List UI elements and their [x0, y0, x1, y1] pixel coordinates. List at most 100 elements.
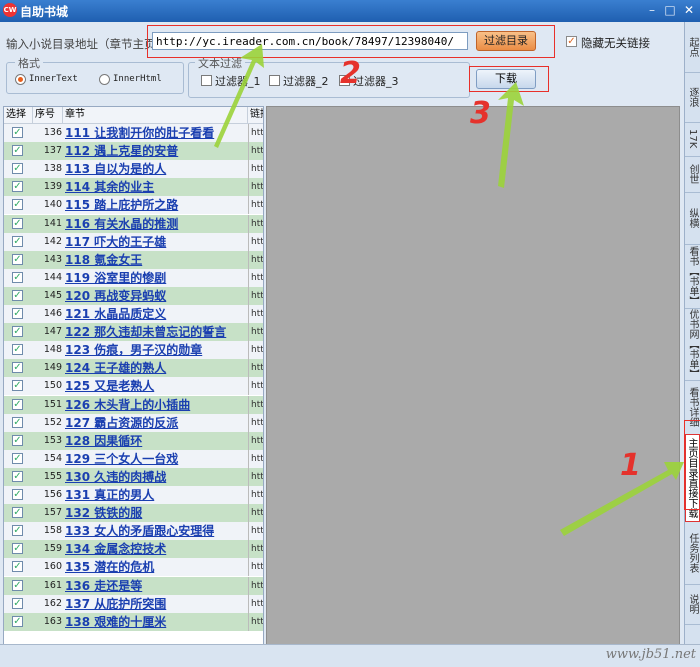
row-url[interactable]: http	[248, 540, 263, 559]
table-row[interactable]: ✓ 155130 久违的肉搏战http	[4, 467, 263, 486]
table-row[interactable]: ✓ 143118 氪金女王http	[4, 250, 263, 269]
row-url[interactable]: http	[248, 431, 263, 450]
chapter-link[interactable]: 120 再战变异蚂蚁	[65, 287, 246, 305]
row-url[interactable]: http	[248, 196, 263, 215]
side-tab-9[interactable]: 任务列表	[685, 522, 700, 585]
table-row[interactable]: ✓ 138113 自以为是的人http	[4, 160, 263, 179]
row-url[interactable]: http	[248, 395, 263, 414]
side-tab-1[interactable]: 逐浪	[685, 72, 700, 123]
table-row[interactable]: ✓ 157132 铁铁的服http	[4, 504, 263, 523]
table-row[interactable]: ✓ 140115 踏上庇护所之路http	[4, 196, 263, 215]
table-row[interactable]: ✓ 150125 又是老熟人http	[4, 377, 263, 396]
row-url[interactable]: http	[248, 286, 263, 305]
chapter-link[interactable]: 112 遇上克星的安普	[65, 142, 246, 160]
row-checkbox[interactable]: ✓	[12, 235, 23, 247]
row-checkbox[interactable]: ✓	[12, 452, 23, 464]
chapter-link[interactable]: 123 伤痕，男子汉的勋章	[65, 341, 246, 359]
chapter-link[interactable]: 130 久违的肉搏战	[65, 468, 246, 486]
side-tab-7[interactable]: 看书详细	[685, 380, 700, 435]
row-url[interactable]: http	[248, 486, 263, 504]
chapter-link[interactable]: 132 铁铁的服	[65, 504, 246, 522]
filter-1-checkbox[interactable]	[201, 75, 212, 86]
row-checkbox[interactable]: ✓	[12, 525, 23, 537]
table-row[interactable]: ✓ 145120 再战变异蚂蚁http	[4, 286, 263, 305]
side-tab-2[interactable]: 17K	[685, 122, 700, 157]
innerhtml-radio[interactable]	[99, 74, 110, 85]
table-row[interactable]: ✓ 156131 真正的男人http	[4, 486, 263, 504]
chapter-link[interactable]: 111 让我割开你的肚子看看	[65, 124, 246, 142]
table-row[interactable]: ✓ 147122 那久违却未曾忘记的誓言http	[4, 323, 263, 342]
table-row[interactable]: ✓ 146121 水晶品质定义http	[4, 305, 263, 323]
innertext-radio[interactable]	[15, 74, 26, 85]
row-url[interactable]: http	[248, 305, 263, 323]
row-url[interactable]: http	[248, 612, 263, 631]
header-index[interactable]: 序号	[33, 107, 63, 123]
row-url[interactable]: http	[248, 250, 263, 269]
side-tab-10[interactable]: 说明	[685, 584, 700, 625]
header-select[interactable]: 选择	[4, 107, 33, 123]
chapter-link[interactable]: 113 自以为是的人	[65, 160, 246, 178]
row-checkbox[interactable]: ✓	[12, 163, 23, 175]
row-checkbox[interactable]: ✓	[12, 127, 23, 138]
row-url[interactable]: http	[248, 214, 263, 233]
chapter-link[interactable]: 124 王子雄的熟人	[65, 359, 246, 377]
chapter-link[interactable]: 127 霸占资源的反派	[65, 414, 246, 432]
chapter-link[interactable]: 117 吓大的王子雄	[65, 233, 246, 251]
table-row[interactable]: ✓ 141116 有关水晶的推测http	[4, 214, 263, 233]
row-url[interactable]: http	[248, 467, 263, 486]
row-url[interactable]: http	[248, 160, 263, 179]
chapter-link[interactable]: 138 艰难的十厘米	[65, 613, 246, 631]
chapter-link[interactable]: 128 因果循环	[65, 432, 246, 450]
side-tab-5[interactable]: 看书【书单】	[685, 244, 700, 309]
row-url[interactable]: http	[248, 377, 263, 396]
minimize-button[interactable]: –	[644, 2, 660, 18]
close-button[interactable]: ✕	[681, 2, 697, 18]
table-row[interactable]: ✓ 144119 浴室里的惨剧http	[4, 268, 263, 287]
header-chapter[interactable]: 章节	[63, 107, 248, 123]
table-row[interactable]: ✓ 153128 因果循环http	[4, 431, 263, 450]
side-tab-6[interactable]: 优书网【书单】	[685, 308, 700, 381]
row-checkbox[interactable]: ✓	[12, 543, 23, 555]
chapter-link[interactable]: 119 浴室里的惨剧	[65, 269, 246, 287]
row-checkbox[interactable]: ✓	[12, 344, 23, 356]
table-row[interactable]: ✓ 137112 遇上克星的安普http	[4, 142, 263, 161]
table-row[interactable]: ✓ 161136 走还是等http	[4, 576, 263, 595]
row-url[interactable]: http	[248, 341, 263, 360]
row-url[interactable]: http	[248, 268, 263, 287]
chapter-link[interactable]: 126 木头背上的小插曲	[65, 396, 246, 414]
row-checkbox[interactable]: ✓	[12, 326, 23, 338]
side-tab-0[interactable]: 起点	[685, 22, 700, 73]
chapter-link[interactable]: 122 那久违却未曾忘记的誓言	[65, 323, 246, 341]
row-url[interactable]: http	[248, 124, 263, 142]
row-checkbox[interactable]: ✓	[12, 253, 23, 265]
table-row[interactable]: ✓ 136111 让我割开你的肚子看看http	[4, 124, 263, 142]
chapter-link[interactable]: 121 水晶品质定义	[65, 305, 246, 323]
row-checkbox[interactable]: ✓	[12, 597, 23, 609]
row-url[interactable]: http	[248, 522, 263, 541]
row-checkbox[interactable]: ✓	[12, 308, 23, 319]
row-checkbox[interactable]: ✓	[12, 380, 23, 392]
row-checkbox[interactable]: ✓	[12, 217, 23, 229]
row-url[interactable]: http	[248, 323, 263, 342]
row-url[interactable]: http	[248, 413, 263, 432]
download-button[interactable]: 下载	[476, 69, 536, 89]
row-url[interactable]: http	[248, 178, 263, 197]
filter-directory-button[interactable]: 过滤目录	[476, 31, 536, 51]
table-row[interactable]: ✓ 148123 伤痕，男子汉的勋章http	[4, 341, 263, 360]
table-row[interactable]: ✓ 163138 艰难的十厘米http	[4, 612, 263, 631]
row-checkbox[interactable]: ✓	[12, 507, 23, 519]
row-url[interactable]: http	[248, 449, 263, 468]
table-row[interactable]: ✓ 151126 木头背上的小插曲http	[4, 395, 263, 414]
hide-links-checkbox[interactable]: ✓	[566, 36, 577, 47]
row-url[interactable]: http	[248, 142, 263, 161]
table-row[interactable]: ✓ 159134 金属念控技术http	[4, 540, 263, 559]
chapter-list[interactable]: 选择 序号 章节 链接 ✓136111 让我割开你的肚子看看http✓13711…	[3, 106, 264, 662]
row-checkbox[interactable]: ✓	[12, 470, 23, 482]
row-checkbox[interactable]: ✓	[12, 181, 23, 193]
chapter-link[interactable]: 125 又是老熟人	[65, 377, 246, 395]
chapter-link[interactable]: 131 真正的男人	[65, 486, 246, 504]
table-row[interactable]: ✓ 142117 吓大的王子雄http	[4, 232, 263, 251]
row-url[interactable]: http	[248, 594, 263, 613]
row-checkbox[interactable]: ✓	[12, 561, 23, 573]
row-url[interactable]: http	[248, 232, 263, 251]
